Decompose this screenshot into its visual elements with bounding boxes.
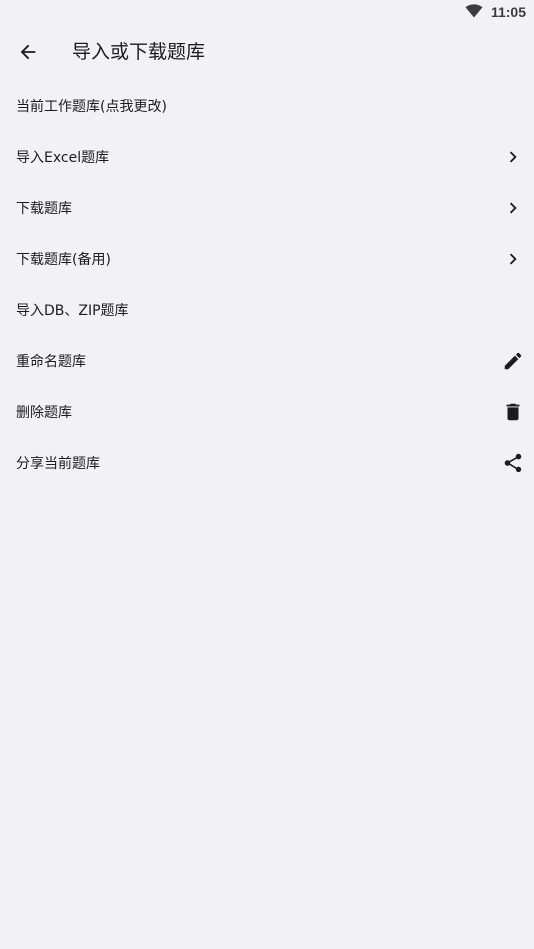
- menu-item-download-bank[interactable]: 下载题库: [0, 182, 534, 233]
- trash-icon[interactable]: [502, 401, 524, 423]
- menu-item-delete-bank[interactable]: 删除题库: [0, 386, 534, 437]
- chevron-right-icon: [502, 248, 524, 270]
- status-bar: 11:05: [0, 0, 534, 24]
- menu-item-current-bank[interactable]: 当前工作题库(点我更改): [0, 80, 534, 131]
- chevron-right-icon: [502, 146, 524, 168]
- menu-item-label: 删除题库: [16, 404, 72, 421]
- menu-item-label: 导入Excel题库: [16, 149, 110, 166]
- pencil-icon[interactable]: [502, 350, 524, 372]
- back-button[interactable]: [10, 34, 46, 70]
- wifi-icon: [465, 4, 483, 18]
- page-title: 导入或下载题库: [72, 41, 206, 63]
- arrow-back-icon: [20, 44, 36, 60]
- menu-item-label: 重命名题库: [16, 353, 86, 370]
- menu-item-label: 下载题库: [16, 200, 72, 217]
- menu-item-label: 分享当前题库: [16, 455, 100, 472]
- menu-item-label: 当前工作题库(点我更改): [16, 98, 167, 115]
- menu-item-share-bank[interactable]: 分享当前题库: [0, 437, 534, 488]
- app-bar: 导入或下载题库: [0, 24, 534, 80]
- status-time: 11:05: [490, 4, 526, 20]
- menu-item-label: 下载题库(备用): [16, 251, 111, 268]
- share-icon[interactable]: [502, 452, 524, 474]
- menu-list: 当前工作题库(点我更改) 导入Excel题库 下载题库 下载题库(备用) 导入D…: [0, 80, 534, 488]
- menu-item-rename-bank[interactable]: 重命名题库: [0, 335, 534, 386]
- menu-item-download-bank-backup[interactable]: 下载题库(备用): [0, 233, 534, 284]
- menu-item-import-excel[interactable]: 导入Excel题库: [0, 131, 534, 182]
- chevron-right-icon: [502, 197, 524, 219]
- menu-item-import-db-zip[interactable]: 导入DB、ZIP题库: [0, 284, 534, 335]
- menu-item-label: 导入DB、ZIP题库: [16, 302, 129, 319]
